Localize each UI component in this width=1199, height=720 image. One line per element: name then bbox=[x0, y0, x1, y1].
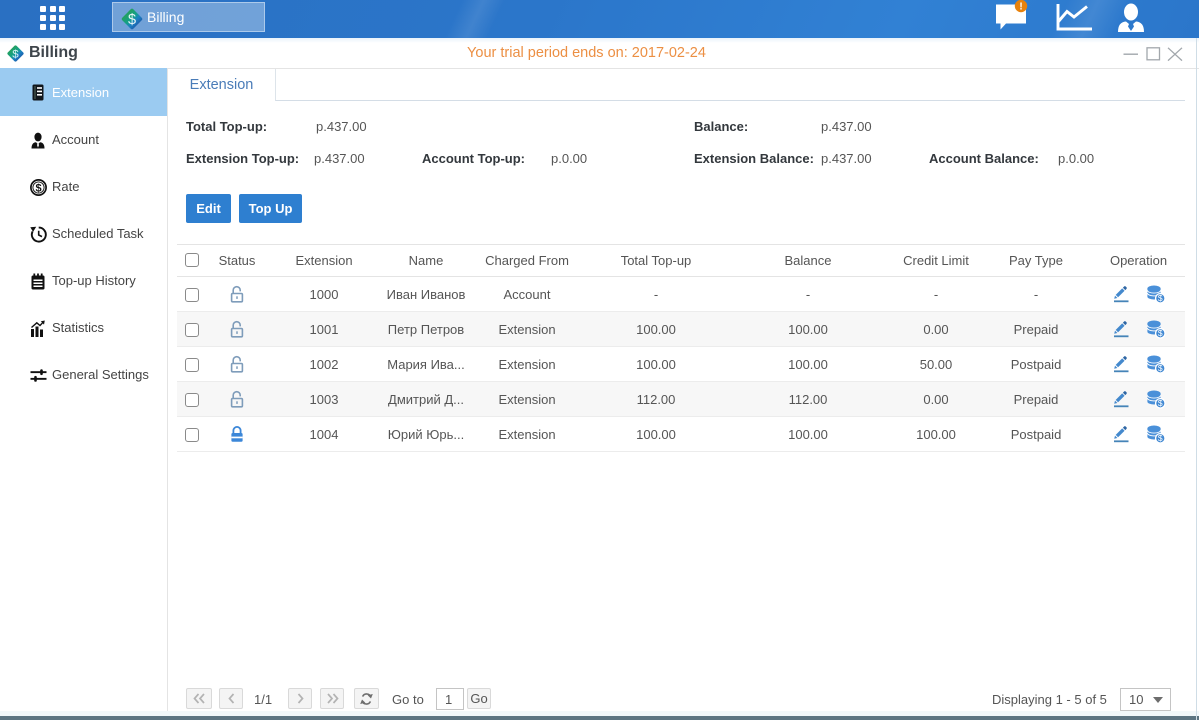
svg-text:!: ! bbox=[1019, 2, 1022, 13]
svg-text:$: $ bbox=[1157, 433, 1162, 443]
svg-text:$: $ bbox=[128, 12, 136, 28]
svg-text:$: $ bbox=[35, 182, 41, 194]
svg-text:$: $ bbox=[1157, 363, 1162, 373]
svg-text:$: $ bbox=[1157, 398, 1162, 408]
svg-text:$: $ bbox=[1157, 328, 1162, 338]
svg-text:$: $ bbox=[1157, 293, 1162, 303]
